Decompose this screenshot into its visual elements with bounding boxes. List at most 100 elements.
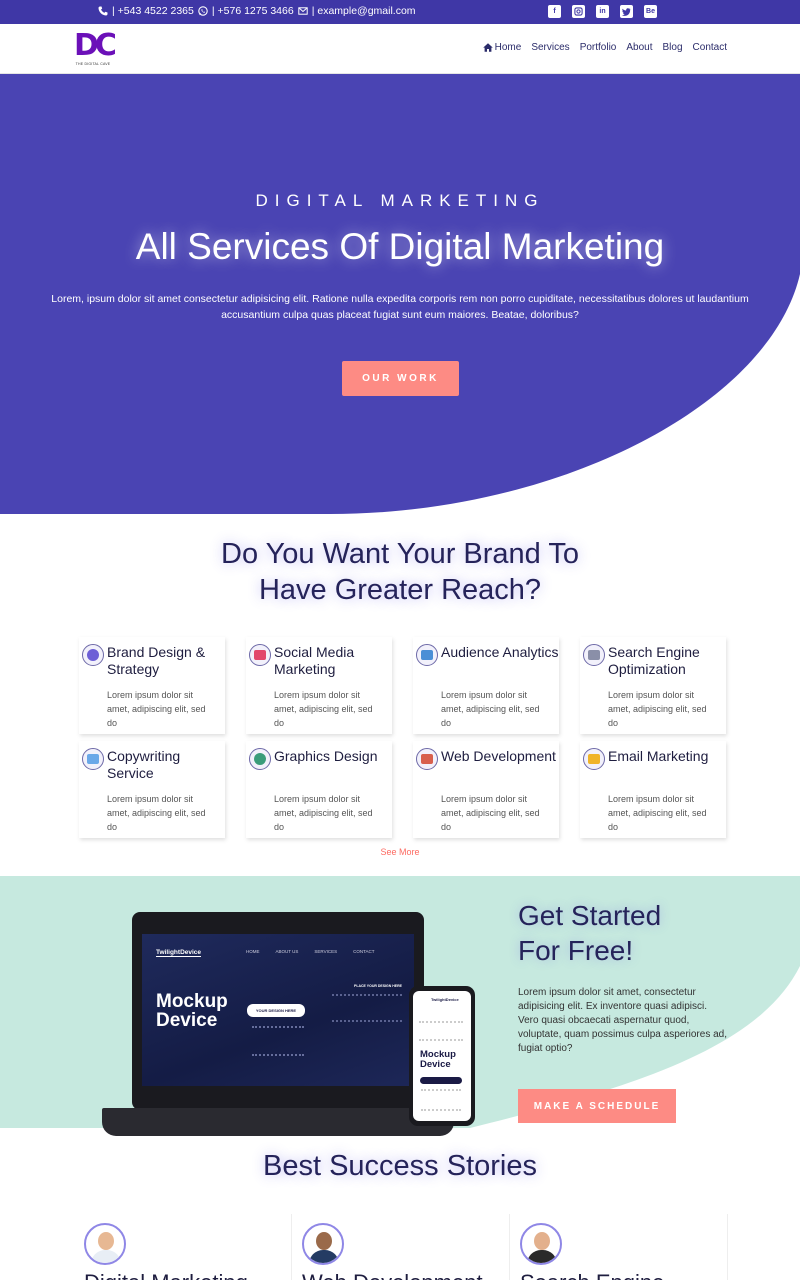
mockup-headline: Mockup Device bbox=[156, 992, 228, 1030]
avatar-face bbox=[534, 1232, 550, 1250]
avatar-body bbox=[91, 1250, 121, 1263]
instagram-icon[interactable] bbox=[572, 5, 585, 18]
service-card-copywriting[interactable]: Copywriting Service Lorem ipsum dolor si… bbox=[79, 741, 225, 838]
service-card-text: Lorem ipsum dolor sit amet, adipiscing e… bbox=[441, 690, 540, 728]
nav-item-about[interactable]: About bbox=[626, 42, 652, 53]
reach-heading-line1: Do You Want Your Brand To bbox=[221, 538, 579, 570]
service-card-text: Lorem ipsum dolor sit amet, adipiscing e… bbox=[274, 690, 373, 728]
nav-item-services[interactable]: Services bbox=[531, 42, 569, 53]
service-card-audience-analytics[interactable]: Audience Analytics Lorem ipsum dolor sit… bbox=[413, 637, 559, 734]
service-card-graphics-design[interactable]: Graphics Design Lorem ipsum dolor sit am… bbox=[246, 741, 392, 838]
avatar-body bbox=[309, 1250, 339, 1263]
make-schedule-button[interactable]: MAKE A SCHEDULE bbox=[518, 1089, 676, 1123]
phone-text-lines-2 bbox=[421, 1089, 461, 1111]
service-card-brand-design[interactable]: Brand Design & Strategy Lorem ipsum dolo… bbox=[79, 637, 225, 734]
nav-label-blog: Blog bbox=[662, 42, 683, 53]
audience-analytics-icon bbox=[416, 644, 438, 666]
linkedin-icon[interactable]: in bbox=[596, 5, 609, 18]
service-card-text: Lorem ipsum dolor sit amet, adipiscing e… bbox=[107, 690, 206, 728]
success-stories-list: Digital Marketing Web Development Search… bbox=[74, 1214, 728, 1280]
mockup-pill: YOUR DESIGN HERE bbox=[247, 1004, 305, 1017]
email-icon bbox=[298, 7, 308, 15]
nav-item-home[interactable]: Home bbox=[482, 42, 522, 53]
service-card-title: Copywriting Service bbox=[107, 748, 181, 781]
avatar-face bbox=[98, 1232, 114, 1250]
copywriting-icon bbox=[82, 748, 104, 770]
contact-info: | +543 4522 2365 | +576 1275 3466 | exam… bbox=[98, 5, 416, 17]
nav-label-home: Home bbox=[494, 42, 522, 53]
laptop-screen: TwilightDevice HOME ABOUT US SERVICES CO… bbox=[142, 934, 414, 1086]
nav-item-contact[interactable]: Contact bbox=[693, 42, 727, 53]
graphics-design-icon bbox=[249, 748, 271, 770]
twitter-icon[interactable] bbox=[620, 5, 633, 18]
success-stories-heading: Best Success Stories bbox=[263, 1150, 537, 1182]
service-card-title: Graphics Design bbox=[274, 748, 378, 764]
phone-mockup: TwilightDevice Mockup Device bbox=[409, 986, 475, 1126]
phone-number-1[interactable]: | +543 4522 2365 bbox=[112, 5, 194, 17]
phone-pill bbox=[420, 1077, 462, 1084]
nav-label-portfolio: Portfolio bbox=[579, 42, 617, 53]
service-card-title: Audience Analytics bbox=[441, 644, 559, 660]
story-card[interactable]: Search Engine bbox=[510, 1214, 728, 1280]
nav-label-contact: Contact bbox=[692, 42, 727, 53]
phone-text-lines bbox=[419, 1021, 463, 1041]
seo-icon bbox=[583, 644, 605, 666]
mockup-headline-line2: Device bbox=[156, 1010, 218, 1031]
avatar bbox=[84, 1223, 126, 1265]
avatar bbox=[520, 1223, 562, 1265]
hero-eyebrow: DIGITAL MARKETING bbox=[255, 191, 545, 210]
nav-menu: Home Services Portfolio About Blog Conta… bbox=[482, 42, 727, 53]
email-address[interactable]: | example@gmail.com bbox=[312, 5, 416, 17]
social-links: f in Be bbox=[548, 5, 657, 18]
services-grid: Brand Design & Strategy Lorem ipsum dolo… bbox=[79, 637, 726, 838]
phone-screen: TwilightDevice Mockup Device bbox=[413, 991, 471, 1121]
service-card-seo[interactable]: Search Engine Optimization Lorem ipsum d… bbox=[580, 637, 726, 734]
story-card[interactable]: Web Development bbox=[292, 1214, 510, 1280]
see-more-link[interactable]: See More bbox=[0, 847, 800, 857]
service-card-email-marketing[interactable]: Email Marketing Lorem ipsum dolor sit am… bbox=[580, 741, 726, 838]
service-card-text: Lorem ipsum dolor sit amet, adipiscing e… bbox=[441, 794, 540, 832]
nav-item-portfolio[interactable]: Portfolio bbox=[580, 42, 617, 53]
hero-section: DIGITAL MARKETING All Services Of Digita… bbox=[0, 74, 800, 514]
top-contact-bar: | +543 4522 2365 | +576 1275 3466 | exam… bbox=[0, 0, 800, 24]
mockup-brand: TwilightDevice bbox=[156, 949, 202, 957]
mockup-nav-item: CONTACT bbox=[353, 949, 375, 954]
laptop-mockup: TwilightDevice HOME ABOUT US SERVICES CO… bbox=[102, 912, 454, 1140]
story-title: Search Engine bbox=[520, 1270, 664, 1280]
story-title: Digital Marketing bbox=[84, 1270, 248, 1280]
story-title: Web Development bbox=[302, 1270, 483, 1280]
phone-icon bbox=[98, 6, 108, 16]
behance-icon[interactable]: Be bbox=[644, 5, 657, 18]
nav-label-about: About bbox=[626, 42, 653, 53]
facebook-icon[interactable]: f bbox=[548, 5, 561, 18]
our-work-button[interactable]: OUR WORK bbox=[342, 361, 459, 396]
service-card-title: Brand Design & Strategy bbox=[107, 644, 206, 677]
avatar-face bbox=[316, 1232, 332, 1250]
social-media-icon bbox=[249, 644, 271, 666]
phone-headline: Mockup Device bbox=[420, 1050, 456, 1070]
service-card-text: Lorem ipsum dolor sit amet, adipiscing e… bbox=[274, 794, 373, 832]
home-icon bbox=[482, 43, 493, 52]
get-started-description: Lorem ipsum dolor sit amet, consectetur … bbox=[518, 987, 728, 1054]
email-marketing-icon bbox=[583, 748, 605, 770]
service-card-title: Web Development bbox=[441, 748, 556, 764]
phone-number-2[interactable]: | +576 1275 3466 bbox=[212, 5, 294, 17]
logo[interactable]: DC THE DIGITAL CAVE bbox=[74, 30, 117, 70]
story-card[interactable]: Digital Marketing bbox=[74, 1214, 292, 1280]
get-started-heading-line2: For Free! bbox=[518, 935, 634, 966]
whatsapp-icon bbox=[198, 6, 208, 16]
nav-item-blog[interactable]: Blog bbox=[663, 42, 683, 53]
reach-heading-line2: Have Greater Reach? bbox=[258, 574, 542, 606]
phone-brand: TwilightDevice bbox=[431, 997, 459, 1002]
service-card-social-media[interactable]: Social Media Marketing Lorem ipsum dolor… bbox=[246, 637, 392, 734]
avatar bbox=[302, 1223, 344, 1265]
service-card-web-development[interactable]: Web Development Lorem ipsum dolor sit am… bbox=[413, 741, 559, 838]
get-started-heading-line1: Get Started bbox=[518, 900, 662, 931]
service-card-title: Search Engine Optimization bbox=[608, 644, 700, 677]
mockup-headline-line1: Mockup bbox=[156, 991, 228, 1012]
phone-headline-line2: Device bbox=[420, 1059, 451, 1070]
mockup-nav-item: ABOUT US bbox=[275, 949, 299, 954]
service-card-text: Lorem ipsum dolor sit amet, adipiscing e… bbox=[608, 794, 707, 832]
service-card-text: Lorem ipsum dolor sit amet, adipiscing e… bbox=[608, 690, 707, 728]
brand-design-icon bbox=[82, 644, 104, 666]
